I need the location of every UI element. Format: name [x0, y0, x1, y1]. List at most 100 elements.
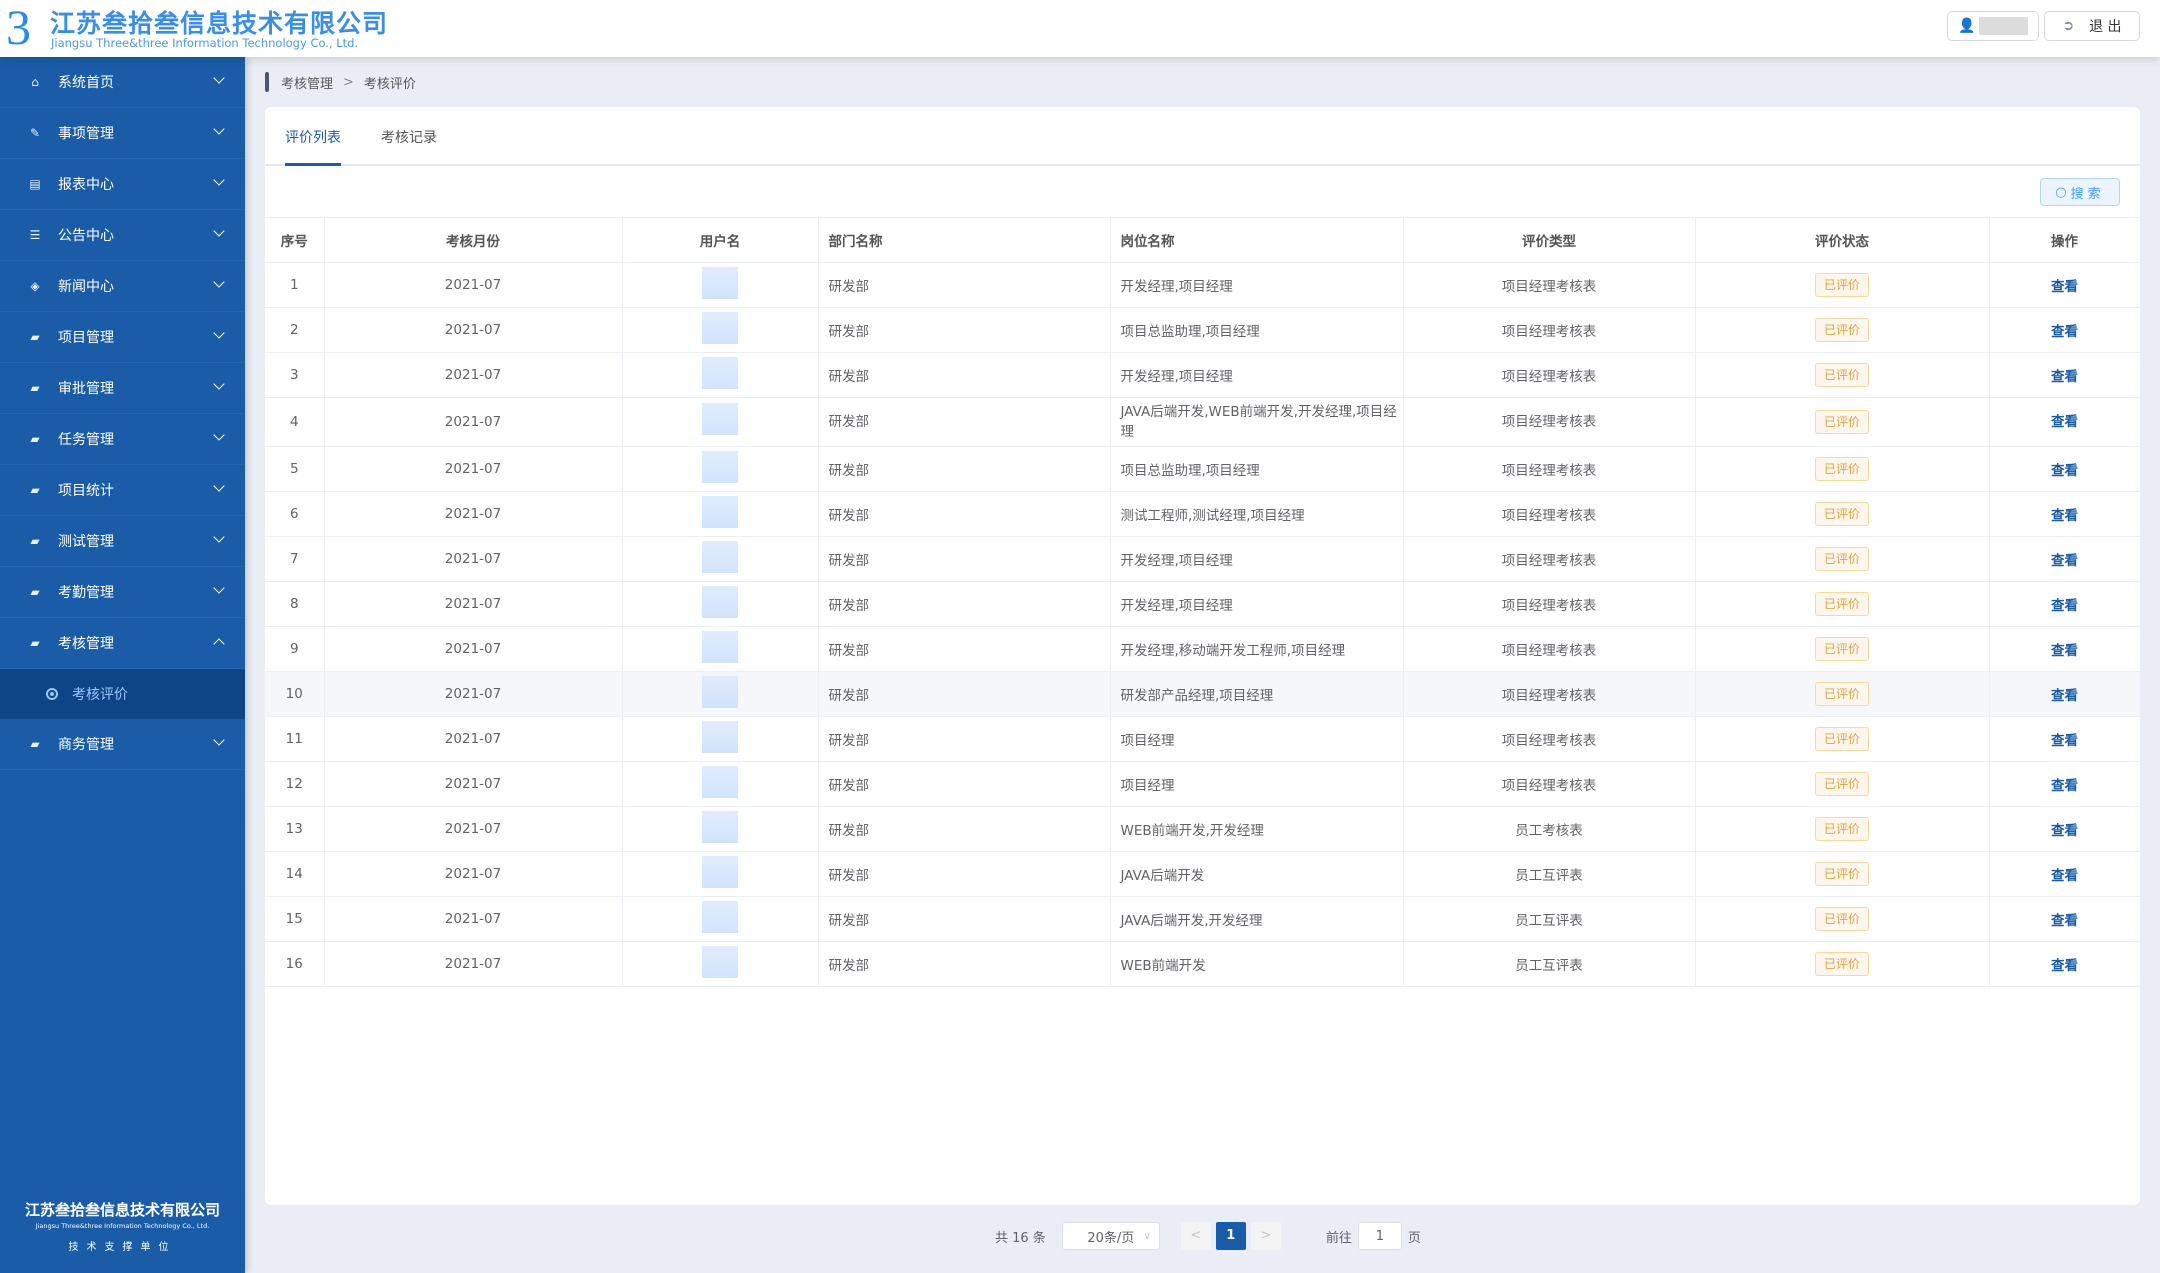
position: JAVA后端开发,开发经理 [1110, 896, 1404, 942]
username-redacted [702, 586, 738, 618]
view-link[interactable]: 查看 [2051, 598, 2078, 614]
sidebar-item[interactable]: ▰ 任务管理 [0, 414, 245, 465]
department: 研发部 [818, 626, 1111, 672]
sidebar-item[interactable]: ▰ 审批管理 [0, 363, 245, 414]
status-badge: 已评价 [1814, 592, 1869, 616]
layers-icon: ◈ [30, 279, 40, 293]
view-link[interactable]: 查看 [2051, 733, 2078, 749]
evaluation-type: 项目经理考核表 [1403, 761, 1696, 807]
user-button[interactable]: 👤 [1947, 11, 2039, 41]
column-header: 考核月份 [324, 217, 623, 263]
column-header: 操作 [1989, 217, 2141, 263]
sidebar-item[interactable]: ⌂ 系统首页 [0, 57, 245, 108]
view-link[interactable]: 查看 [2051, 463, 2078, 479]
position: 项目经理 [1110, 761, 1404, 807]
assessment-month: 2021-07 [324, 716, 623, 762]
assessment-month: 2021-07 [324, 941, 623, 987]
table-row: 4 2021-07 研发部 JAVA后端开发,WEB前端开发,开发经理,项目经理… [265, 397, 2141, 447]
sidebar-item[interactable]: ▰ 考勤管理 [0, 567, 245, 618]
position: WEB前端开发,开发经理 [1110, 806, 1404, 852]
view-link[interactable]: 查看 [2051, 778, 2078, 794]
status-badge: 已评价 [1814, 862, 1869, 886]
view-link[interactable]: 查看 [2051, 414, 2078, 430]
view-link[interactable]: 查看 [2051, 508, 2078, 524]
sidebar-item[interactable]: ▰ 测试管理 [0, 516, 245, 567]
sidebar-item[interactable]: ▰ 考核管理 [0, 618, 245, 669]
chevron-down-icon [213, 276, 225, 288]
assessment-month: 2021-07 [324, 581, 623, 627]
sidebar-item[interactable]: ▰ 商务管理 [0, 719, 245, 770]
username-redacted [702, 901, 738, 933]
evaluation-type: 员工互评表 [1403, 896, 1696, 942]
page-size-select[interactable]: 20条/页 ∨ [1061, 1222, 1160, 1250]
username-redacted [702, 267, 738, 299]
assessment-month: 2021-07 [324, 851, 623, 897]
page-1-button[interactable]: 1 [1215, 1222, 1246, 1250]
sidebar-item-label: 项目管理 [58, 330, 114, 346]
chevron-down-icon [213, 582, 225, 594]
company-logo: 3 [6, 0, 31, 55]
view-link[interactable]: 查看 [2051, 823, 2078, 839]
sidebar-item[interactable]: ◈ 新闻中心 [0, 261, 245, 312]
assessment-month: 2021-07 [324, 536, 623, 582]
view-link[interactable]: 查看 [2051, 688, 2078, 704]
breadcrumb-item[interactable]: 考核管理 [281, 73, 333, 92]
folder-icon: ▰ [30, 737, 40, 751]
status-badge: 已评价 [1814, 502, 1869, 526]
sidebar-item[interactable]: ▤ 报表中心 [0, 159, 245, 210]
table-row: 7 2021-07 研发部 开发经理,项目经理 项目经理考核表 已评价 查看 [265, 536, 2141, 582]
status-badge: 已评价 [1814, 727, 1869, 751]
view-link[interactable]: 查看 [2051, 643, 2078, 659]
row-index: 3 [265, 352, 325, 398]
username-redacted [702, 721, 738, 753]
row-index: 13 [265, 806, 325, 852]
tab-assessment-records[interactable]: 考核记录 [381, 107, 437, 166]
position: 项目总监助理,项目经理 [1110, 307, 1404, 353]
chevron-down-icon [213, 429, 225, 441]
prev-page-button[interactable]: < [1180, 1222, 1211, 1250]
sidebar-item-label: 系统首页 [58, 75, 114, 91]
table-row: 10 2021-07 研发部 研发部产品经理,项目经理 项目经理考核表 已评价 … [265, 671, 2141, 717]
tab-evaluation-list[interactable]: 评价列表 [285, 107, 341, 166]
sidebar-item[interactable]: ▰ 项目统计 [0, 465, 245, 516]
status-badge: 已评价 [1814, 457, 1869, 481]
table-row: 6 2021-07 研发部 测试工程师,测试经理,项目经理 项目经理考核表 已评… [265, 491, 2141, 537]
search-button[interactable]: ○ 搜索 [2040, 178, 2120, 206]
position: JAVA后端开发 [1110, 851, 1404, 897]
sidebar-item-label: 商务管理 [58, 737, 114, 753]
sidebar-item[interactable]: ▰ 项目管理 [0, 312, 245, 363]
position: 项目总监助理,项目经理 [1110, 446, 1404, 492]
view-link[interactable]: 查看 [2051, 553, 2078, 569]
sidebar-item[interactable]: ✎ 事项管理 [0, 108, 245, 159]
table-row: 16 2021-07 研发部 WEB前端开发 员工互评表 已评价 查看 [265, 941, 2141, 987]
sidebar-item[interactable]: ☰ 公告中心 [0, 210, 245, 261]
sidebar-subitem-active[interactable]: 考核评价 [0, 669, 245, 719]
folder-icon: ▰ [30, 636, 40, 650]
assessment-month: 2021-07 [324, 671, 623, 717]
assessment-month: 2021-07 [324, 262, 623, 308]
status-badge: 已评价 [1814, 952, 1869, 976]
position: 开发经理,项目经理 [1110, 262, 1404, 308]
department: 研发部 [818, 671, 1111, 717]
table-row: 15 2021-07 研发部 JAVA后端开发,开发经理 员工互评表 已评价 查… [265, 896, 2141, 942]
view-link[interactable]: 查看 [2051, 369, 2078, 385]
department: 研发部 [818, 352, 1111, 398]
sidebar-item-label: 公告中心 [58, 228, 114, 244]
pagination: 共 16 条 20条/页 ∨ < 1 > 前往 1 页 [995, 1222, 1421, 1250]
department: 研发部 [818, 941, 1111, 987]
logout-button[interactable]: ➲ 退 出 [2044, 11, 2140, 41]
view-link[interactable]: 查看 [2051, 913, 2078, 929]
next-page-button[interactable]: > [1250, 1222, 1281, 1250]
view-link[interactable]: 查看 [2051, 279, 2078, 295]
username-redacted [702, 946, 738, 978]
view-link[interactable]: 查看 [2051, 958, 2078, 974]
status-badge: 已评价 [1814, 363, 1869, 387]
view-link[interactable]: 查看 [2051, 868, 2078, 884]
assessment-month: 2021-07 [324, 761, 623, 807]
assessment-month: 2021-07 [324, 896, 623, 942]
row-index: 7 [265, 536, 325, 582]
evaluation-table: 序号 考核月份 用户名 部门名称 岗位名称 评价类型 评价状态 操作 1 2021-07 研发… [265, 217, 2141, 987]
sidebar-footer-logo: 江苏叁拾叁信息技术有限公司 Jiangsu Three&three Inform… [24, 1201, 220, 1253]
view-link[interactable]: 查看 [2051, 324, 2078, 340]
goto-page-input[interactable]: 1 [1357, 1222, 1402, 1250]
